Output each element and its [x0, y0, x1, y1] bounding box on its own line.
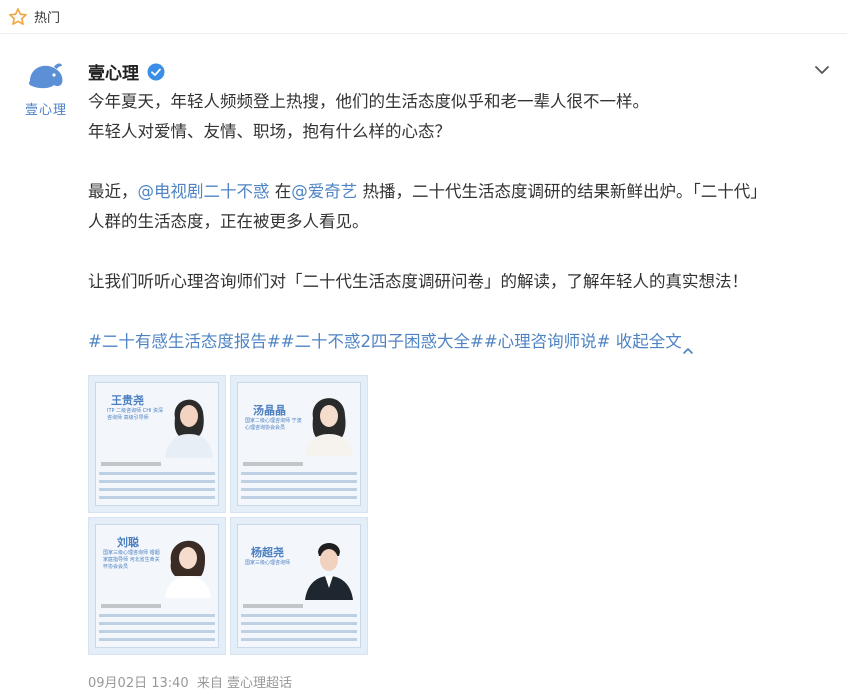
- verified-icon: [147, 63, 165, 81]
- text-prefix: 最近，: [88, 182, 138, 201]
- highlight-bar: [243, 604, 303, 608]
- mention-link-tv[interactable]: @电视剧二十不惑: [138, 182, 270, 201]
- post-line: 让我们听听心理咨询师们对「二十代生活态度调研问卷」的解读，了解年轻人的真实想法！: [88, 272, 748, 291]
- brand-text: 壹心理: [24, 103, 67, 118]
- counselor-title: 国家二级心理咨询师 宁波心理咨询协会会员: [245, 418, 302, 431]
- counselor-name: 杨超尧: [251, 546, 284, 559]
- highlight-bar: [243, 462, 303, 466]
- hot-label: 热门: [34, 11, 61, 26]
- logo-icon: [24, 59, 68, 97]
- mention-link-iqiyi[interactable]: @爱奇艺: [291, 182, 357, 201]
- image-thumbnail[interactable]: 杨超尧 国家三级心理咨询师: [230, 517, 368, 655]
- highlight-bar: [101, 604, 161, 608]
- post-time[interactable]: 09月02日 13:40: [88, 676, 189, 691]
- text-line: [241, 622, 357, 625]
- post-line: 今年夏天，年轻人频频登上热搜，他们的生活态度似乎和老一辈人很不一样。: [88, 92, 649, 111]
- text-mid: 在: [269, 182, 292, 201]
- image-thumbnail[interactable]: 汤晶晶 国家二级心理咨询师 宁波心理咨询协会会员: [230, 375, 368, 513]
- hashtag-link[interactable]: #心理咨询师说#: [484, 332, 611, 351]
- text-line: [99, 614, 215, 617]
- counselor-name: 王贵尧: [111, 394, 144, 407]
- counselor-name: 刘聪: [117, 536, 139, 549]
- text-line: [241, 614, 357, 617]
- text-line: [99, 488, 215, 491]
- portrait-image: [305, 543, 353, 600]
- text-line: [99, 480, 215, 483]
- post-content: 今年夏天，年轻人频频登上热搜，他们的生活态度似乎和老一辈人很不一样。 年轻人对爱…: [88, 87, 828, 357]
- text-line: [99, 630, 215, 633]
- counselor-name: 汤晶晶: [253, 404, 286, 417]
- text-line: [241, 638, 357, 641]
- text-line: [99, 622, 215, 625]
- image-grid: 王贵尧 ITP 二级咨询师 CHI 资深咨询师 高级引导师 汤晶晶 国家二级心理…: [88, 375, 370, 658]
- text-line: [241, 472, 357, 475]
- text-mid: 热播，二十代生活态度调研的结果新鲜出炉。「二十代」: [357, 182, 767, 201]
- text-line: [241, 480, 357, 483]
- text-line: [99, 638, 215, 641]
- image-thumbnail[interactable]: 刘聪 国家三级心理咨询师 婚姻家庭指导师 河北省生命关怀协会会员: [88, 517, 226, 655]
- text-line: [241, 488, 357, 491]
- portrait-image: [165, 399, 213, 458]
- text-line: [99, 496, 215, 499]
- top-bar: 热门: [0, 0, 847, 34]
- avatar[interactable]: 壹心理: [18, 59, 74, 118]
- chevron-down-icon[interactable]: [813, 61, 831, 79]
- collapse-link[interactable]: 收起全文: [610, 332, 682, 351]
- post-line: 最近，@电视剧二十不惑 在@爱奇艺 热播，二十代生活态度调研的结果新鲜出炉。「二…: [88, 177, 828, 207]
- author-name[interactable]: 壹心理: [88, 59, 139, 84]
- counselor-title: ITP 二级咨询师 CHI 资深咨询师 高级引导师: [107, 408, 164, 421]
- author-row: 壹心理: [88, 59, 165, 84]
- text-line: [241, 630, 357, 633]
- chevron-up-icon[interactable]: [682, 337, 694, 354]
- post-line: 人群的生活态度，正在被更多人看见。: [88, 212, 369, 231]
- post-line: 年轻人对爱情、友情、职场，抱有什么样的心态？: [88, 122, 451, 141]
- text-line: [99, 472, 215, 475]
- image-thumbnail[interactable]: 王贵尧 ITP 二级咨询师 CHI 资深咨询师 高级引导师: [88, 375, 226, 513]
- counselor-title: 国家三级心理咨询师: [245, 560, 291, 566]
- counselor-title: 国家三级心理咨询师 婚姻家庭指导师 河北省生命关怀协会会员: [103, 550, 160, 570]
- source-prefix: 来自: [196, 676, 223, 691]
- portrait-image: [165, 540, 211, 598]
- highlight-bar: [101, 462, 161, 466]
- hashtag-link[interactable]: #二十不惑2四子困惑大全#: [281, 332, 484, 351]
- source-link[interactable]: 壹心理超话: [227, 676, 292, 691]
- post-footer: 09月02日 13:40 来自 壹心理超话: [88, 672, 292, 691]
- hashtag-row: #二十有感生活态度报告##二十不惑2四子困惑大全##心理咨询师说# 收起全文: [88, 327, 828, 357]
- star-icon: [8, 7, 28, 27]
- hashtag-link[interactable]: #二十有感生活态度报告#: [88, 332, 281, 351]
- post-card: 壹心理 壹心理 今年夏天，年轻人频频登上热搜，他们的生活态度似乎和老一辈人很不一…: [0, 35, 847, 698]
- text-line: [241, 496, 357, 499]
- portrait-image: [305, 398, 353, 456]
